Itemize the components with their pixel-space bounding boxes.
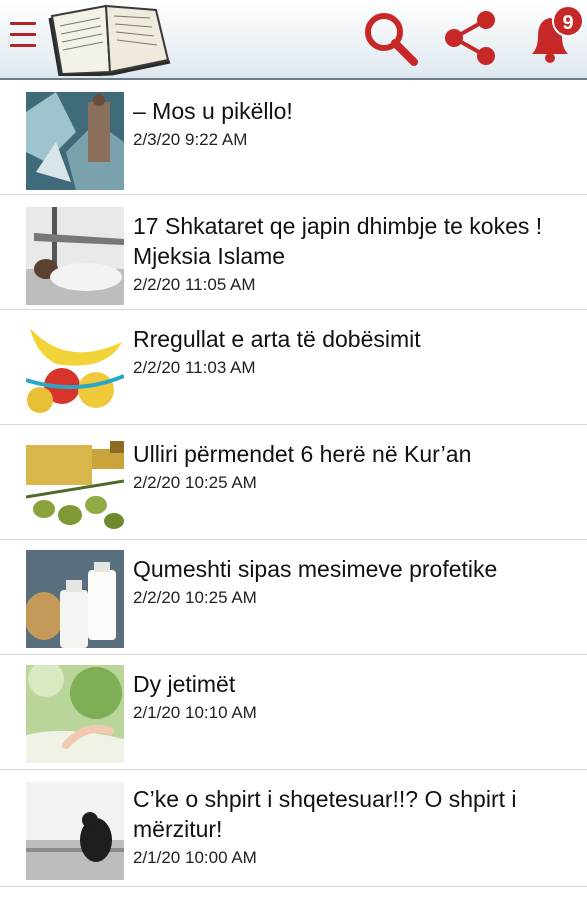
article-date: 2/1/20 10:10 AM: [133, 703, 257, 722]
list-item[interactable]: C’ke o shpirt i shqetesuar!!? O shpirt i…: [0, 770, 587, 887]
open-book-icon: [44, 2, 174, 78]
share-icon[interactable]: [440, 8, 500, 68]
article-date: 2/2/20 11:05 AM: [133, 275, 256, 294]
hamburger-menu-icon[interactable]: [10, 22, 36, 52]
article-thumbnail: [26, 782, 124, 880]
list-item[interactable]: Rregullat e arta të dobësimit 2/2/20 11:…: [0, 310, 587, 425]
article-thumbnail: [26, 550, 124, 648]
article-title: Qumeshti sipas mesimeve profetike: [133, 556, 498, 582]
article-thumbnail: [26, 320, 124, 418]
search-icon[interactable]: [360, 8, 420, 68]
list-item[interactable]: Dy jetimët 2/1/20 10:10 AM: [0, 655, 587, 770]
article-thumbnail: [26, 207, 124, 305]
article-title: C’ke o shpirt i shqetesuar!!? O shpirt i…: [133, 786, 517, 842]
list-item[interactable]: 17 Shkataret qe japin dhimbje te kokes !…: [0, 195, 587, 310]
app-header: 9: [0, 0, 587, 80]
article-title: Dy jetimët: [133, 671, 236, 697]
list-item[interactable]: Qumeshti sipas mesimeve profetike 2/2/20…: [0, 540, 587, 655]
article-title: Rregullat e arta të dobësimit: [133, 326, 421, 352]
article-title: – Mos u pikëllo!: [133, 98, 293, 124]
article-date: 2/1/20 10:00 AM: [133, 848, 257, 867]
article-date: 2/2/20 10:25 AM: [133, 588, 257, 607]
article-thumbnail: [26, 437, 124, 535]
article-list: – Mos u pikëllo! 2/3/20 9:22 AM 17 Shkat…: [0, 80, 587, 887]
article-date: 2/2/20 11:03 AM: [133, 358, 256, 377]
article-thumbnail: [26, 665, 124, 763]
article-thumbnail: [26, 92, 124, 190]
list-item[interactable]: Ulliri përmendet 6 herë në Kur’an 2/2/20…: [0, 425, 587, 540]
article-date: 2/2/20 10:25 AM: [133, 473, 257, 492]
list-item[interactable]: – Mos u pikëllo! 2/3/20 9:22 AM: [0, 80, 587, 195]
article-title: 17 Shkataret qe japin dhimbje te kokes !…: [133, 213, 543, 269]
notification-badge: 9: [552, 5, 584, 37]
article-title: Ulliri përmendet 6 herë në Kur’an: [133, 441, 472, 467]
article-date: 2/3/20 9:22 AM: [133, 130, 248, 149]
